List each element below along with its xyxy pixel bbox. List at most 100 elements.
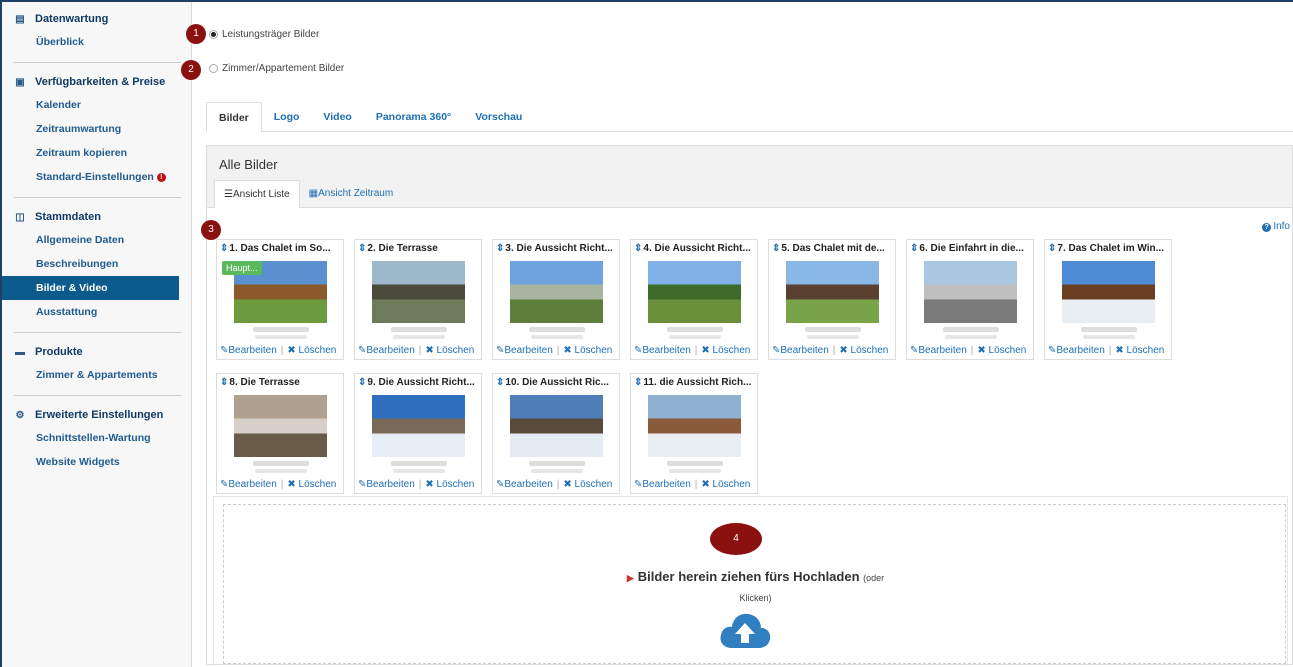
dropzone[interactable]: 4 ▶ Bilder herein ziehen fürs Hochladen (… (223, 504, 1286, 664)
delete-button[interactable]: ✖ Löschen (701, 345, 750, 356)
sort-handle-icon[interactable]: ⇕ (1048, 243, 1056, 254)
tab-bilder[interactable]: Bilder (206, 102, 262, 133)
image-thumbnail[interactable] (648, 261, 741, 323)
sidebar-item-schnittstellen-wartung[interactable]: Schnittstellen-Wartung (2, 426, 191, 450)
image-card[interactable]: ⇕4. Die Aussicht Richt... ✎Bearbeiten | ✖ L… (630, 239, 758, 360)
image-card[interactable]: ⇕3. Die Aussicht Richt... ✎Bearbeiten | ✖ L… (492, 239, 620, 360)
delete-button[interactable]: ✖ Löschen (1115, 345, 1164, 356)
image-card[interactable]: ⇕11. die Aussicht Rich... ✎Bearbeiten | ✖ L… (630, 373, 758, 494)
delete-button[interactable]: ✖ Löschen (287, 479, 336, 490)
image-title-label: 5. Das Chalet mit de... (781, 243, 885, 254)
delete-button[interactable]: ✖ Löschen (839, 345, 888, 356)
image-card[interactable]: ⇕9. Die Aussicht Richt... ✎Bearbeiten | ✖ L… (354, 373, 482, 494)
sort-handle-icon[interactable]: ⇕ (496, 377, 504, 388)
sidebar-item-zeitraum-kopieren[interactable]: Zeitraum kopieren (2, 141, 191, 165)
view-tabs: ☰Ansicht Liste ▦Ansicht Zeitraum (214, 180, 402, 209)
radio-zimmer-appartement[interactable]: Zimmer/Appartement Bilder (209, 63, 344, 74)
image-actions: ✎Bearbeiten | ✖ Löschen (358, 345, 474, 356)
radio-leistungstraeger[interactable]: Leistungsträger Bilder (209, 29, 319, 40)
cloud-upload-icon[interactable] (718, 610, 772, 650)
image-thumbnail[interactable] (1062, 261, 1155, 323)
sort-handle-icon[interactable]: ⇕ (772, 243, 780, 254)
image-card-title: ⇕3. Die Aussicht Richt... (493, 240, 619, 258)
sidebar-item-standard-einstellungen[interactable]: Standard-Einstellungen! (2, 165, 191, 189)
action-separator: | (556, 345, 560, 356)
sort-handle-icon[interactable]: ⇕ (496, 243, 504, 254)
edit-button[interactable]: ✎Bearbeiten (634, 345, 691, 356)
tab-video[interactable]: Video (311, 102, 363, 132)
image-thumbnail[interactable] (648, 395, 741, 457)
close-icon: ✖ (701, 479, 710, 490)
image-thumbnail[interactable] (510, 395, 603, 457)
tab-vorschau[interactable]: Vorschau (463, 102, 534, 132)
sort-handle-icon[interactable]: ⇕ (634, 377, 642, 388)
tab-panorama[interactable]: Panorama 360° (364, 102, 463, 132)
image-card[interactable]: ⇕7. Das Chalet im Win... ✎Bearbeiten | ✖ Lö… (1044, 239, 1172, 360)
sort-handle-icon[interactable]: ⇕ (220, 243, 228, 254)
sidebar-item-ausstattung[interactable]: Ausstattung (2, 300, 191, 324)
image-thumbnail[interactable] (924, 261, 1017, 323)
sidebar-section-erweiterte-einstellungen: ⚙ Erweiterte Einstellungen (2, 404, 191, 426)
image-card[interactable]: ⇕2. Die Terrasse ✎Bearbeiten | ✖ Löschen (354, 239, 482, 360)
edit-button[interactable]: ✎Bearbeiten (772, 345, 829, 356)
sidebar-item-website-widgets[interactable]: Website Widgets (2, 450, 191, 474)
sort-handle-icon[interactable]: ⇕ (910, 243, 918, 254)
image-actions: ✎Bearbeiten | ✖ Löschen (910, 345, 1026, 356)
sidebar-item-beschreibungen[interactable]: Beschreibungen (2, 252, 191, 276)
sidebar-item-bilder-video[interactable]: Bilder & Video (2, 276, 179, 300)
images-panel: Alle Bilder ☰Ansicht Liste ▦Ansicht Zeit… (201, 145, 1293, 666)
sidebar-item-allgemeine-daten[interactable]: Allgemeine Daten (2, 228, 191, 252)
edit-button[interactable]: ✎Bearbeiten (634, 479, 691, 490)
image-thumbnail[interactable] (234, 395, 327, 457)
delete-label: Löschen (298, 479, 337, 490)
image-title-label: 4. Die Aussicht Richt... (643, 243, 751, 254)
image-card[interactable]: ⇕1. Das Chalet im So... Haupt... ✎Bearbeit… (216, 239, 344, 360)
edit-button[interactable]: ✎Bearbeiten (358, 479, 415, 490)
image-actions: ✎Bearbeiten | ✖ Löschen (496, 479, 612, 490)
sort-handle-icon[interactable]: ⇕ (220, 377, 228, 388)
image-card[interactable]: ⇕5. Das Chalet mit de... ✎Bearbeiten | ✖ Lö… (768, 239, 896, 360)
delete-button[interactable]: ✖ Löschen (701, 479, 750, 490)
tab-logo[interactable]: Logo (262, 102, 312, 132)
image-card[interactable]: ⇕8. Die Terrasse ✎Bearbeiten | ✖ Löschen (216, 373, 344, 494)
image-thumbnail[interactable] (372, 395, 465, 457)
image-thumbnail[interactable] (372, 261, 465, 323)
sidebar-item-kalender[interactable]: Kalender (2, 93, 191, 117)
delete-button[interactable]: ✖ Löschen (977, 345, 1026, 356)
sidebar-section-produkte: ▬ Produkte (2, 341, 191, 363)
edit-button[interactable]: ✎Bearbeiten (496, 479, 553, 490)
delete-button[interactable]: ✖ Löschen (425, 479, 474, 490)
edit-button[interactable]: ✎Bearbeiten (220, 479, 277, 490)
delete-button[interactable]: ✖ Löschen (287, 345, 336, 356)
edit-button[interactable]: ✎Bearbeiten (496, 345, 553, 356)
edit-button[interactable]: ✎Bearbeiten (910, 345, 967, 356)
edit-label: Bearbeiten (1056, 345, 1105, 356)
image-thumbnail[interactable] (786, 261, 879, 323)
close-icon: ✖ (977, 345, 986, 356)
edit-button[interactable]: ✎Bearbeiten (220, 345, 277, 356)
radio-unselected-icon (209, 64, 218, 73)
tab-ansicht-liste[interactable]: ☰Ansicht Liste (214, 180, 300, 209)
tab-ansicht-zeitraum[interactable]: ▦Ansicht Zeitraum (300, 180, 402, 208)
sidebar-item-zimmer-appartements[interactable]: Zimmer & Appartements (2, 363, 191, 387)
image-meta (253, 327, 309, 332)
info-label: Info (1273, 221, 1290, 232)
image-card-title: ⇕8. Die Terrasse (217, 374, 343, 392)
edit-button[interactable]: ✎Bearbeiten (1048, 345, 1105, 356)
info-link[interactable]: ? Info (1262, 221, 1290, 232)
delete-button[interactable]: ✖ Löschen (563, 345, 612, 356)
edit-button[interactable]: ✎Bearbeiten (358, 345, 415, 356)
action-separator: | (694, 479, 698, 490)
sort-handle-icon[interactable]: ⇕ (634, 243, 642, 254)
sort-handle-icon[interactable]: ⇕ (358, 243, 366, 254)
image-card[interactable]: ⇕10. Die Aussicht Ric... ✎Bearbeiten | ✖ Lö… (492, 373, 620, 494)
image-card[interactable]: ⇕6. Die Einfahrt in die... ✎Bearbeiten | ✖ … (906, 239, 1034, 360)
sidebar-item-ueberblick[interactable]: Überblick (2, 30, 191, 54)
image-thumbnail[interactable] (510, 261, 603, 323)
edit-label: Bearbeiten (228, 345, 277, 356)
step-badge: 1 (186, 24, 206, 44)
sort-handle-icon[interactable]: ⇕ (358, 377, 366, 388)
delete-button[interactable]: ✖ Löschen (425, 345, 474, 356)
sidebar-item-zeitraumwartung[interactable]: Zeitraumwartung (2, 117, 191, 141)
delete-button[interactable]: ✖ Löschen (563, 479, 612, 490)
